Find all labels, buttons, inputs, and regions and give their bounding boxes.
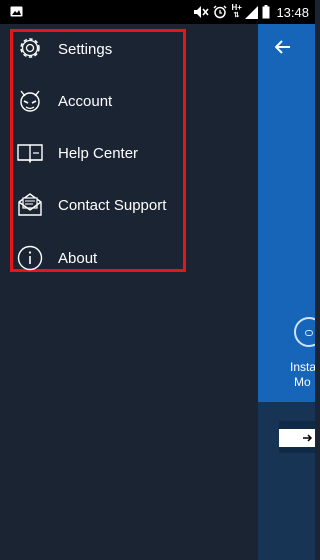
battery-icon: [262, 5, 270, 19]
menu-item-about[interactable]: About: [0, 232, 258, 284]
menu-item-help-center[interactable]: Help Center: [0, 128, 258, 180]
network-arrows-icon: ⇅: [233, 12, 240, 19]
menu-item-settings[interactable]: Settings: [0, 24, 258, 76]
menu-item-label: Settings: [58, 41, 113, 58]
avatar-icon: [16, 86, 44, 114]
gallery-icon: [10, 6, 23, 17]
menu-item-label: Contact Support: [58, 197, 167, 214]
arrow-left-icon[interactable]: [274, 38, 291, 59]
network-type: H+ ⇅: [231, 3, 242, 20]
background-app: Insta Mo: [258, 24, 315, 560]
mail-icon: [16, 190, 44, 218]
status-bar: H+ ⇅ 13:48: [0, 0, 315, 24]
menu-item-label: About: [58, 250, 98, 267]
menu-item-label: Account: [58, 93, 113, 110]
gear-icon: [16, 34, 44, 62]
alarm-icon: [213, 5, 227, 19]
info-icon: [16, 244, 44, 272]
book-icon: [16, 138, 44, 166]
next-button[interactable]: [279, 421, 315, 453]
mute-icon: [194, 6, 210, 18]
menu-item-label: Help Center: [58, 145, 139, 162]
install-mode-label: Insta Mo: [290, 360, 315, 389]
clock: 13:48: [276, 4, 309, 20]
navigation-drawer: Settings Account Help Center Contact Sup…: [0, 24, 258, 560]
menu-item-contact-support[interactable]: Contact Support: [0, 180, 258, 232]
arrow-right-icon: [303, 434, 313, 442]
menu-item-account[interactable]: Account: [0, 76, 258, 128]
signal-icon: [245, 5, 259, 19]
